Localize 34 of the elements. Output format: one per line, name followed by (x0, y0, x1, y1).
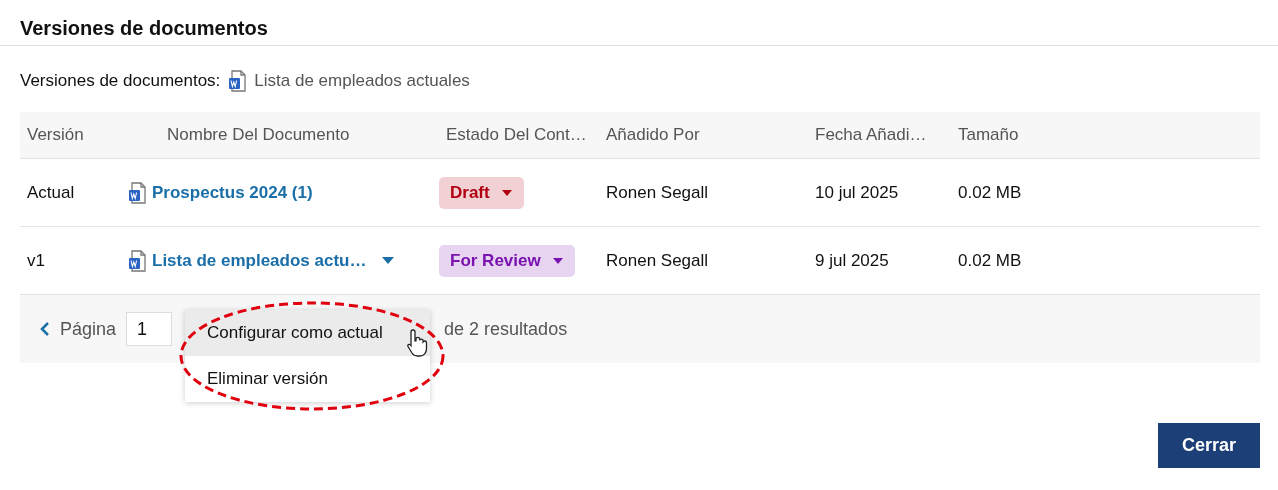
table-cell: Actual (27, 182, 75, 203)
dialog-title: Versiones de documentos (19, 16, 269, 41)
previous-page-icon[interactable] (40, 321, 50, 337)
caret-icon (552, 257, 563, 264)
table-cell: 9 jul 2025 (815, 250, 889, 271)
subtitle-label: Versiones de documentos: (20, 71, 221, 91)
word-document-icon (128, 181, 146, 204)
word-document-icon (128, 249, 146, 272)
column-header: Estado Del Cont… (446, 125, 587, 145)
document-link[interactable]: Lista de empleados actu… (152, 250, 367, 271)
column-header: Versión (27, 125, 84, 145)
column-header: Añadido Por (606, 125, 700, 145)
menu-item[interactable]: Eliminar versión (185, 356, 430, 402)
column-header: Tamaño (958, 125, 1019, 145)
page-label: Página (60, 318, 117, 340)
results-summary: de 2 resultados (444, 318, 568, 340)
table-cell: v1 (27, 250, 45, 271)
column-header: Nombre Del Documento (167, 125, 350, 145)
status-dropdown[interactable]: For Review (439, 244, 575, 277)
table-cell: Ronen Segall (606, 250, 709, 271)
table-cell: Ronen Segall (606, 182, 709, 203)
column-header: Fecha Añadi… (815, 125, 927, 145)
caret-icon (501, 189, 512, 196)
document-name: Lista de empleados actuales (254, 71, 470, 91)
menu-item[interactable]: Configurar como actual (185, 310, 430, 356)
caret-icon[interactable] (382, 257, 395, 264)
status-dropdown[interactable]: Draft (439, 176, 524, 209)
document-link[interactable]: Prospectus 2024 (1) (152, 182, 313, 203)
page-input[interactable]: 1 (126, 312, 173, 346)
table-cell: 0.02 MB (958, 250, 1022, 271)
close-button[interactable]: Cerrar (1158, 423, 1260, 468)
table-cell: 10 jul 2025 (815, 182, 899, 203)
word-document-icon (228, 70, 247, 92)
table-cell: 0.02 MB (958, 182, 1022, 203)
